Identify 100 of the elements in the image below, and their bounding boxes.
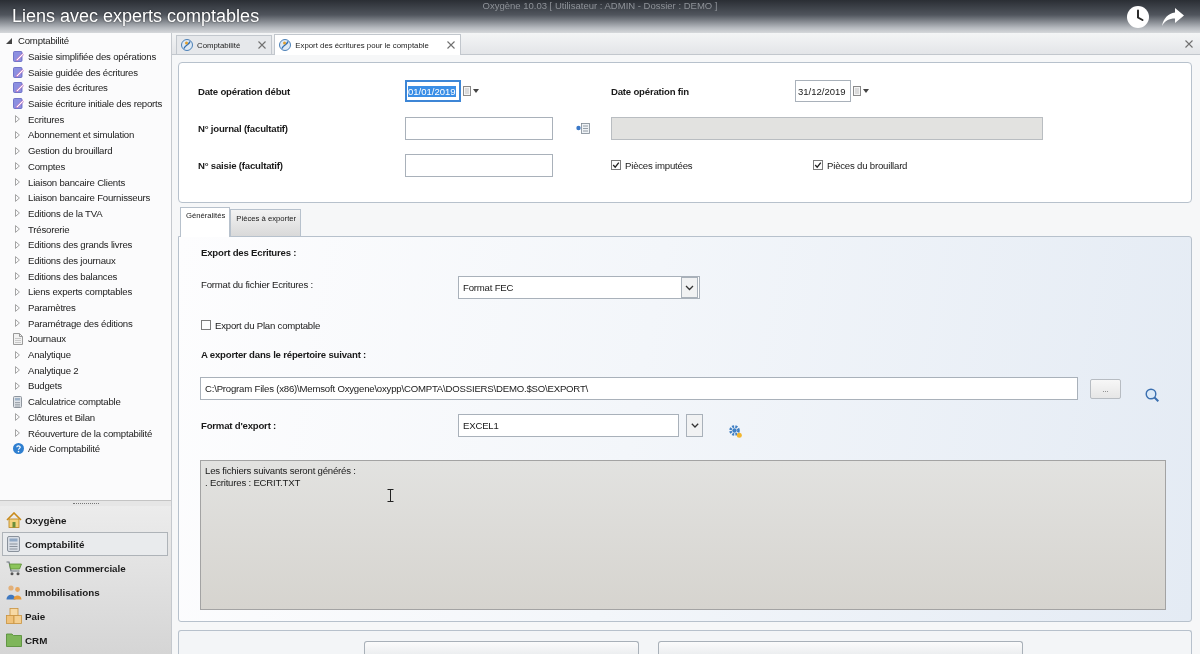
expand-arrow-icon[interactable]: [15, 287, 20, 296]
tree-item[interactable]: Clôtures et Bilan: [28, 411, 95, 423]
expand-arrow-icon[interactable]: [15, 193, 20, 202]
expand-arrow-icon[interactable]: [15, 429, 20, 438]
list-icon[interactable]: [576, 122, 590, 134]
expand-arrow-icon[interactable]: [15, 178, 20, 187]
expand-arrow-icon[interactable]: [15, 146, 20, 155]
dropdown[interactable]: Format FEC: [458, 276, 700, 299]
tree-item[interactable]: Saisie guidée des écritures: [28, 66, 138, 78]
expand-arrow-icon[interactable]: [15, 240, 20, 249]
tree-item[interactable]: Paramètres: [28, 302, 76, 314]
tree-item[interactable]: Saisie des écritures: [28, 82, 108, 94]
field-label: N° saisie (facultatif): [198, 159, 284, 171]
document-icon: [13, 332, 23, 345]
magnifier-icon[interactable]: [1145, 388, 1159, 402]
tree-item[interactable]: Comptabilité: [18, 35, 69, 47]
caret-icon: [473, 89, 479, 93]
module-button[interactable]: Gestion Commerciale: [2, 556, 168, 580]
house-icon: [5, 512, 22, 528]
chevron-down-icon: [690, 423, 699, 428]
expand-arrow-icon[interactable]: [15, 256, 20, 265]
close-icon[interactable]: [1185, 39, 1193, 48]
cart-icon: [5, 560, 22, 576]
expand-arrow-icon[interactable]: [15, 381, 20, 390]
expand-arrow-icon[interactable]: [15, 413, 20, 422]
dropdown-button[interactable]: [686, 414, 703, 437]
edit-form-icon: [13, 51, 24, 63]
close-icon[interactable]: [446, 41, 455, 49]
close-icon[interactable]: [258, 41, 267, 49]
tree-item[interactable]: Abonnement et simulation: [28, 129, 135, 141]
tree-item[interactable]: Ecritures: [28, 113, 65, 125]
expand-arrow-icon[interactable]: [15, 130, 20, 139]
path-field[interactable]: C:\Program Files (x86)\Memsoft Oxygene\oxypp\COMPTA\DOSSIERS\DEMO.$SO\EXPORT\: [200, 377, 1078, 400]
logo-icon: [181, 39, 193, 51]
text-cursor-icon: [387, 489, 394, 502]
info-text: Les fichiers suivants seront générés :: [205, 465, 356, 477]
expand-arrow-icon[interactable]: [15, 319, 20, 328]
action-button[interactable]: [364, 641, 639, 654]
folder-icon: [5, 633, 22, 647]
tree-item[interactable]: Budgets: [28, 380, 62, 392]
module-button[interactable]: Comptabilité: [2, 532, 168, 556]
share-icon[interactable]: [1162, 7, 1184, 26]
people-icon: [5, 584, 22, 600]
edit-form-icon: [13, 98, 24, 110]
checkbox[interactable]: [813, 160, 823, 170]
expand-arrow-icon[interactable]: [15, 350, 20, 359]
date-picker-button[interactable]: [853, 86, 869, 96]
tree-item[interactable]: Paramétrage des éditions: [28, 317, 133, 329]
checkbox[interactable]: [201, 320, 211, 330]
tree-item[interactable]: Editions des balances: [28, 270, 118, 282]
tree-item[interactable]: Trésorerie: [28, 223, 70, 235]
field-label: A exporter dans le répertoire suivant :: [201, 349, 368, 361]
tree-item[interactable]: Comptes: [28, 160, 65, 172]
expand-arrow-icon[interactable]: [15, 272, 20, 281]
collapse-arrow-icon[interactable]: [6, 37, 12, 44]
tree-item[interactable]: Analytique 2: [28, 364, 79, 376]
checkbox-label: Pièces du brouillard: [827, 159, 908, 171]
expand-arrow-icon[interactable]: [15, 366, 20, 375]
tree-item[interactable]: Editions des grands livres: [28, 239, 133, 251]
module-button[interactable]: Paie: [2, 604, 168, 628]
expand-arrow-icon[interactable]: [15, 225, 20, 234]
module-button[interactable]: CRM: [2, 628, 168, 652]
gear-icon[interactable]: [729, 425, 742, 438]
date-picker-button[interactable]: [463, 86, 479, 96]
tree-item[interactable]: Saisie écriture initiale des reports: [28, 98, 163, 110]
tree-item[interactable]: Liaison bancaire Fournisseurs: [28, 192, 151, 204]
tree-item[interactable]: Réouverture de la comptabilité: [28, 427, 153, 439]
edit-form-icon: [13, 66, 24, 78]
tree-item[interactable]: Editions de la TVA: [28, 207, 103, 219]
browse-button[interactable]: ...: [1090, 379, 1121, 399]
action-button[interactable]: [658, 641, 1023, 654]
expand-arrow-icon[interactable]: [15, 209, 20, 218]
date-field[interactable]: 31/12/2019: [795, 80, 851, 102]
info-text: . Ecritures : ECRIT.TXT: [205, 477, 301, 489]
tree-item[interactable]: Liaison bancaire Clients: [28, 176, 126, 188]
tree-item[interactable]: Aide Comptabilité: [28, 443, 100, 455]
section-heading: Export des Ecritures :: [201, 247, 298, 259]
expand-arrow-icon[interactable]: [15, 303, 20, 312]
tree-item[interactable]: Saisie simplifiée des opérations: [28, 51, 156, 63]
checkbox-label: Pièces imputées: [625, 159, 693, 171]
tree-item[interactable]: Journaux: [28, 333, 66, 345]
checkbox[interactable]: [611, 160, 621, 170]
module-button[interactable]: Immobilisations: [2, 580, 168, 604]
field-label: N° journal (facultatif): [198, 122, 289, 134]
tree-item[interactable]: Editions des journaux: [28, 254, 116, 266]
tree-item[interactable]: Analytique: [28, 349, 71, 361]
clock-icon[interactable]: [1126, 4, 1150, 29]
checkbox-label: Export du Plan comptable: [215, 319, 321, 331]
field-label: Date opération fin: [611, 85, 690, 97]
calculator-icon: [7, 536, 20, 552]
tree-item[interactable]: Calculatrice comptable: [28, 396, 121, 408]
expand-arrow-icon[interactable]: [15, 162, 20, 171]
tree-item[interactable]: Gestion du brouillard: [28, 145, 113, 157]
format-field[interactable]: EXCEL1: [458, 414, 679, 437]
tree-item[interactable]: Liens experts comptables: [28, 286, 132, 298]
expand-arrow-icon[interactable]: [15, 115, 20, 124]
input-field[interactable]: [405, 153, 553, 177]
input-field[interactable]: [405, 116, 553, 140]
caret-icon: [863, 89, 869, 93]
module-button[interactable]: Oxygène: [2, 508, 168, 532]
